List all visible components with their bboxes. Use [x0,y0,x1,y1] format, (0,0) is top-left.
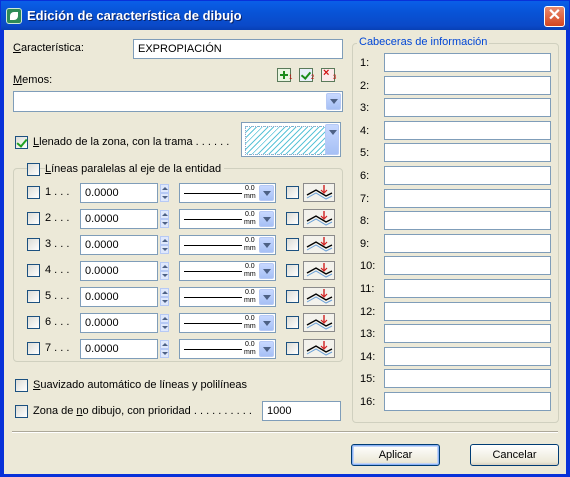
cabecera-label: 9: [360,237,370,250]
cabecera-field[interactable] [384,98,551,118]
cabecera-label: 7: [360,192,370,205]
cabecera-field[interactable] [384,53,551,72]
cabecera-label: 12: [360,305,376,318]
cabecera-field[interactable] [384,143,551,163]
cabecera-label: 15: [360,373,376,386]
cabecera-row: 2: [4,75,564,96]
cabecera-field[interactable] [384,392,551,411]
cabecera-row: 15: [4,369,564,389]
cabecera-row: 14: [4,346,564,367]
cabecera-row: 3: [4,98,564,118]
cabecera-row: 11: [4,279,564,299]
cabecera-label: 13: [360,328,376,341]
cancel-button[interactable]: Cancelar [470,444,559,466]
cabecera-row: 5: [4,143,564,163]
dialog-client: Característica: EXPROPIACIÓN Memos: 1 2 … [4,30,566,474]
cabecera-label: 10: [360,260,376,273]
apply-button[interactable]: Aplicar [351,444,440,466]
cabecera-field[interactable] [384,369,551,389]
cabecera-row: 16: [4,392,564,412]
cabecera-field[interactable] [384,346,551,366]
cabecera-label: 2: [360,79,370,92]
cabecera-field[interactable] [384,211,551,231]
cabecera-row: 12: [4,301,564,322]
cabecera-field[interactable] [384,166,551,185]
cabecera-label: 1: [360,57,370,69]
cabecera-label: 8: [360,215,370,228]
cabecera-field[interactable] [384,301,551,321]
cabecera-row: 6: [4,166,564,186]
cabecera-row: 1: [4,53,564,73]
title-bar[interactable]: Edición de característica de dibujo ✕ [1,1,569,30]
cabecera-label: 5: [360,147,370,160]
cabecera-label: 6: [360,170,370,182]
cabecera-row: 10: [4,256,564,276]
cabecera-row: 8: [4,211,564,231]
cabecera-row: 7: [4,188,564,209]
cabecera-label: 16: [360,396,376,408]
cabecera-field[interactable] [384,233,551,253]
cabecera-label: 14: [360,350,376,363]
cabecera-label: 11: [360,283,375,295]
cabecera-row: 9: [4,233,564,254]
cabecera-field[interactable] [384,75,551,95]
close-button[interactable]: ✕ [544,6,565,27]
cabecera-field[interactable] [384,188,551,208]
cabecera-field[interactable] [384,279,551,298]
cabecera-label: 4: [360,124,370,137]
cabecera-label: 3: [360,102,370,115]
cabecera-field[interactable] [384,256,551,276]
cabecera-field[interactable] [384,324,551,344]
window-title: Edición de característica de dibujo [27,8,242,23]
cabecera-row: 13: [4,324,564,344]
dialog-window: Edición de característica de dibujo ✕ Ca… [0,0,570,477]
app-icon [6,8,22,24]
separator [12,431,558,433]
cabeceras-title: Cabeceras de información [357,36,490,48]
cabecera-field[interactable] [384,120,551,140]
cabecera-row: 4: [4,120,564,141]
